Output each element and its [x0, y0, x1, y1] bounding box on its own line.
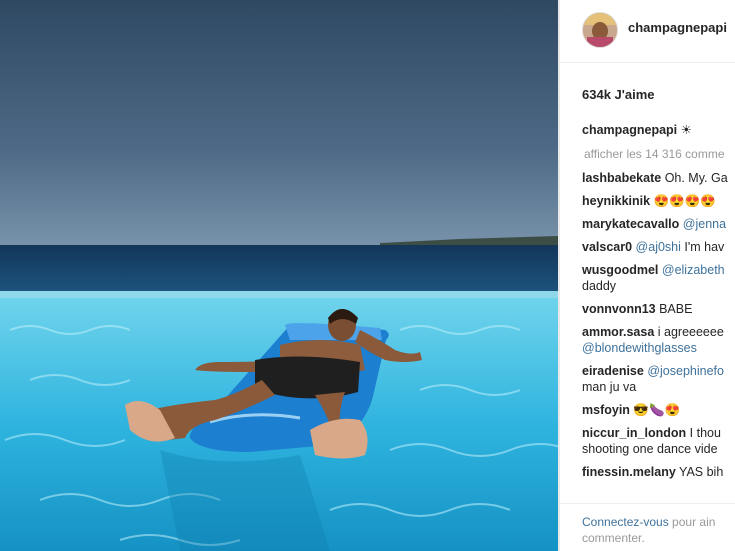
comment-username[interactable]: valscar0 [582, 240, 632, 254]
post-username[interactable]: champagnepapi [628, 20, 727, 35]
comment-text: @jenna [682, 217, 727, 231]
caption-text: ☀ [677, 123, 692, 137]
caption-username[interactable]: champagnepapi [582, 123, 677, 137]
comments-list: lashbabekate Oh. My. Ga heynikkinik 😍😍😍😍 m… [582, 170, 735, 487]
post-header: champagnepapi [560, 0, 735, 63]
comment-text: i agreeeeee [654, 325, 724, 339]
comment-item: eiradenise @josephinefo man ju va [582, 363, 735, 395]
comment-text: I thou [686, 426, 721, 440]
comment-text: 😎🍆😍 [629, 403, 681, 417]
avatar-image [583, 13, 617, 47]
login-footer: Connectez-vous pour ain commenter. [560, 503, 735, 551]
comment-item: valscar0 @aj0shi I'm hav [582, 239, 735, 255]
comment-username[interactable]: niccur_in_london [582, 426, 686, 440]
comment-text: Oh. My. Ga [661, 171, 728, 185]
comment-username[interactable]: wusgoodmel [582, 263, 658, 277]
comment-username[interactable]: vonnvonn13 [582, 302, 656, 316]
comment-item: msfoyin 😎🍆😍 [582, 402, 735, 418]
comment-text: @josephinefo [647, 364, 724, 378]
post-sidebar: champagnepapi 634k J'aime champagnepapi … [560, 0, 735, 551]
login-prompt-text-line2: commenter. [582, 531, 645, 545]
comment-username[interactable]: finessin.melany [582, 465, 676, 479]
comment-item: lashbabekate Oh. My. Ga [582, 170, 735, 186]
comment-item: finessin.melany YAS bih [582, 464, 735, 480]
post-caption: champagnepapi ☀ [582, 122, 692, 137]
comment-item: heynikkinik 😍😍😍😍 [582, 193, 735, 209]
comment-username[interactable]: heynikkinik [582, 194, 650, 208]
login-prompt: Connectez-vous pour ain commenter. [582, 514, 715, 546]
comment-text-continued: @blondewithglasses [582, 341, 697, 355]
pool-photo-image [0, 0, 558, 551]
comment-item: marykatecavallo @jenna [582, 216, 735, 232]
comment-username[interactable]: msfoyin [582, 403, 630, 417]
likes-count[interactable]: 634k J'aime [582, 87, 654, 102]
comment-text: 😍😍😍😍 [650, 194, 716, 208]
view-all-comments-link[interactable]: afficher les 14 316 comme [584, 147, 725, 161]
comment-item: ammor.sasa i agreeeeee @blondewithglasses [582, 324, 735, 356]
comment-username[interactable]: eiradenise [582, 364, 644, 378]
comment-text-continued: daddy [582, 279, 617, 293]
comment-text-continued: shooting one dance vide [582, 442, 718, 456]
comment-username[interactable]: ammor.sasa [582, 325, 654, 339]
post-photo[interactable] [0, 0, 558, 551]
avatar[interactable] [582, 12, 618, 48]
comment-text: @aj0shi I'm hav [635, 240, 725, 254]
comment-text-continued: man ju va [582, 380, 637, 394]
login-prompt-text: pour ain [668, 515, 716, 529]
login-link[interactable]: Connectez-vous [582, 515, 669, 529]
comment-item: niccur_in_london I thou shooting one danc… [582, 425, 735, 457]
comment-item: wusgoodmel @elizabeth daddy [582, 262, 735, 294]
comment-text: YAS bih [675, 465, 724, 479]
comment-username[interactable]: marykatecavallo [582, 217, 679, 231]
comment-item: vonnvonn13 BABE [582, 301, 735, 317]
comment-text: @elizabeth [661, 263, 725, 277]
comment-text: BABE [655, 302, 693, 316]
comment-username[interactable]: lashbabekate [582, 171, 661, 185]
